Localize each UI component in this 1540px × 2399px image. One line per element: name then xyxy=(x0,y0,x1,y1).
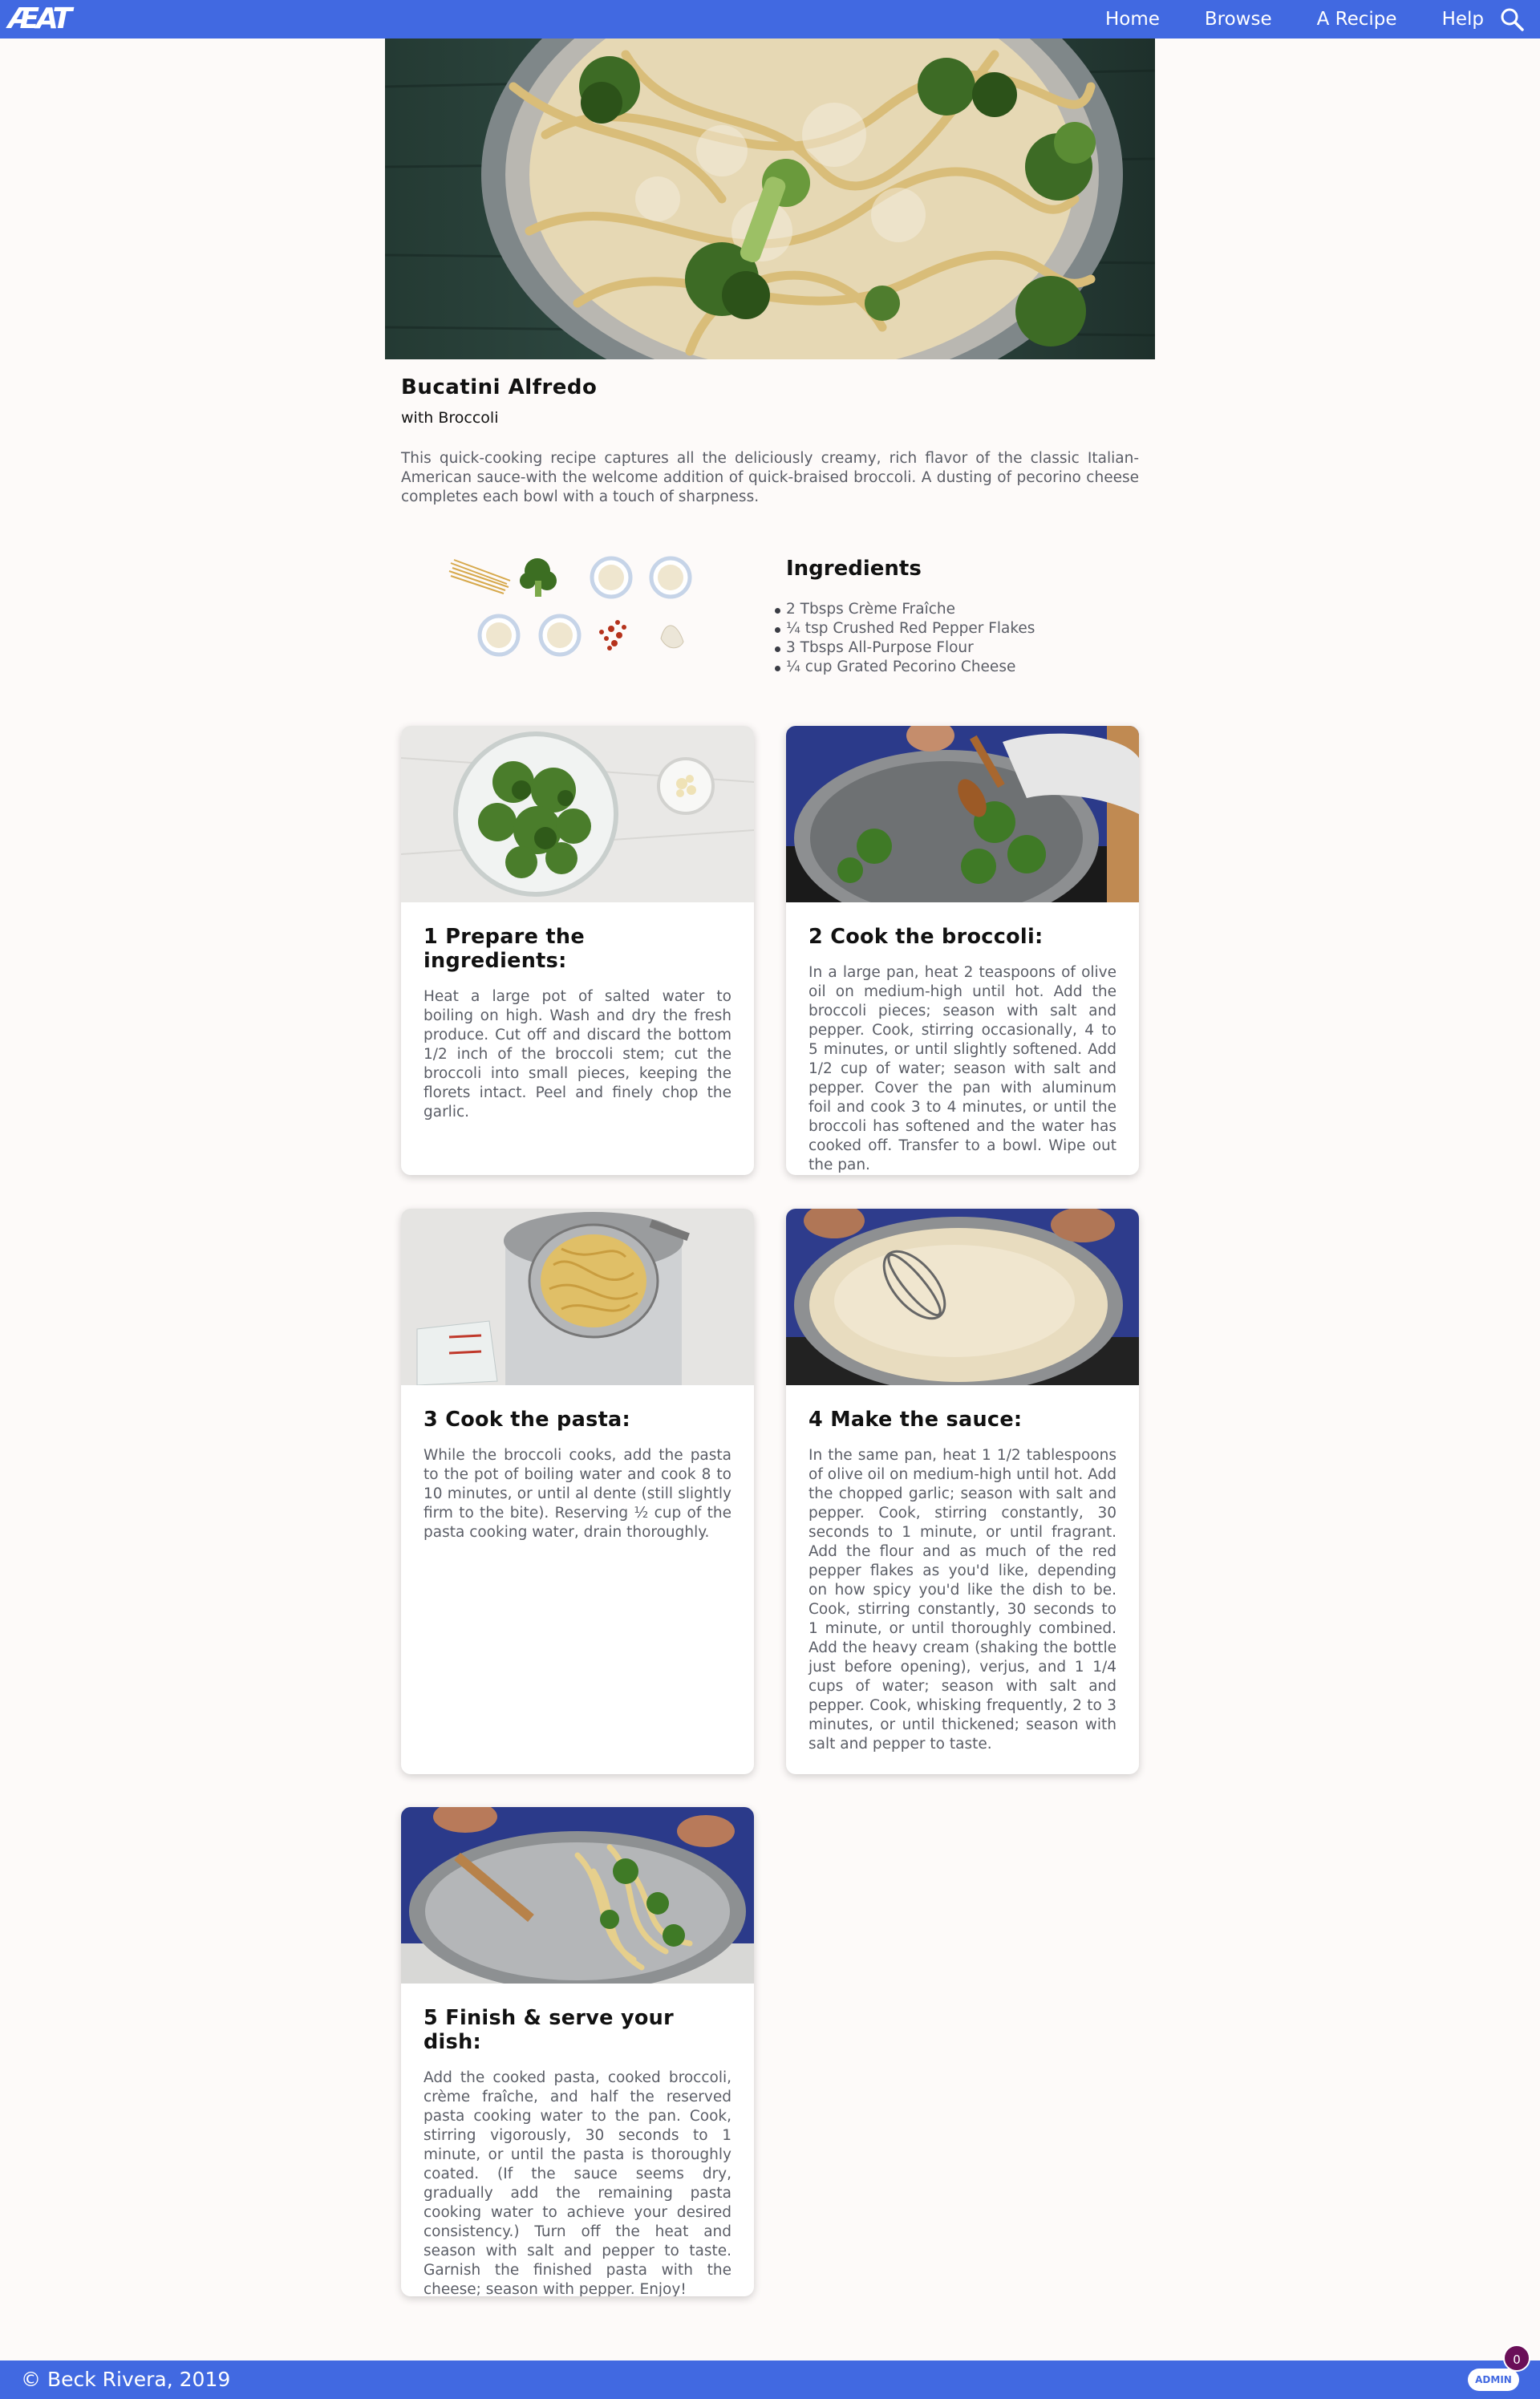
recipe-title: Bucatini Alfredo xyxy=(401,375,598,399)
step-3-title: 3 Cook the pasta: xyxy=(424,1408,631,1432)
top-nav-bar: ÆAT Home Browse A Recipe Help xyxy=(0,0,1540,38)
ingredients-image xyxy=(448,556,692,657)
site-logo[interactable]: ÆAT xyxy=(8,1,75,38)
recipe-subtitle: with Broccoli xyxy=(401,409,499,427)
hero-image xyxy=(385,38,1155,359)
nav-link-a-recipe[interactable]: A Recipe xyxy=(1317,0,1397,38)
step-3-photo xyxy=(401,1209,754,1385)
ingredient-item: ¼ cup Grated Pecorino Cheese xyxy=(774,658,1035,677)
step-5-title: 5 Finish & serve your dish: xyxy=(424,2006,675,2054)
step-3-text: While the broccoli cooks, add the pasta … xyxy=(424,1447,732,1541)
nav-link-help[interactable]: Help xyxy=(1442,0,1484,38)
step-card-5: 5 Finish & serve your dish: Add the cook… xyxy=(401,1807,754,2296)
step-card-3: 3 Cook the pasta: While the broccoli coo… xyxy=(401,1209,754,1774)
step-4-title: 4 Make the sauce: xyxy=(808,1408,1023,1432)
footer-copyright: © Beck Rivera, 2019 xyxy=(21,2368,231,2391)
step-card-1: 1 Prepare the ingredients: Heat a large … xyxy=(401,726,754,1175)
step-5-text: Add the cooked pasta, cooked broccoli, c… xyxy=(424,2069,732,2296)
step-4-text: In the same pan, heat 1 1/2 tablespoons … xyxy=(808,1447,1116,1753)
recipe-description: This quick-cooking recipe captures all t… xyxy=(401,450,1139,505)
step-5-photo xyxy=(401,1807,754,1984)
search-icon[interactable] xyxy=(1498,6,1526,33)
nav-link-browse[interactable]: Browse xyxy=(1205,0,1272,38)
ingredient-item: 2 Tbsps Crème Fraîche xyxy=(774,600,1035,619)
footer-bar: © Beck Rivera, 2019 ADMIN 0 xyxy=(0,2344,1540,2399)
step-4-photo xyxy=(786,1209,1139,1385)
main-nav: Home Browse A Recipe Help xyxy=(1060,0,1484,38)
admin-button[interactable]: ADMIN xyxy=(1468,2369,1519,2391)
ingredient-item: 3 Tbsps All-Purpose Flour xyxy=(774,638,1035,658)
step-card-4: 4 Make the sauce: In the same pan, heat … xyxy=(786,1209,1139,1774)
step-2-text: In a large pan, heat 2 teaspoons of oliv… xyxy=(808,964,1116,1173)
ingredients-heading: Ingredients xyxy=(786,557,922,581)
step-2-photo xyxy=(786,726,1139,902)
nav-link-home[interactable]: Home xyxy=(1105,0,1160,38)
step-1-photo xyxy=(401,726,754,902)
admin-notification-badge: 0 xyxy=(1503,2344,1530,2372)
ingredient-item: ¼ tsp Crushed Red Pepper Flakes xyxy=(774,620,1035,637)
step-1-title: 1 Prepare the ingredients: xyxy=(424,925,585,973)
step-2-title: 2 Cook the broccoli: xyxy=(808,925,1044,949)
step-card-2: 2 Cook the broccoli: In a large pan, hea… xyxy=(786,726,1139,1175)
ingredients-list: 2 Tbsps Crème Fraîche ¼ tsp Crushed Red … xyxy=(774,600,1035,677)
step-1-text: Heat a large pot of salted water to boil… xyxy=(424,988,732,1120)
